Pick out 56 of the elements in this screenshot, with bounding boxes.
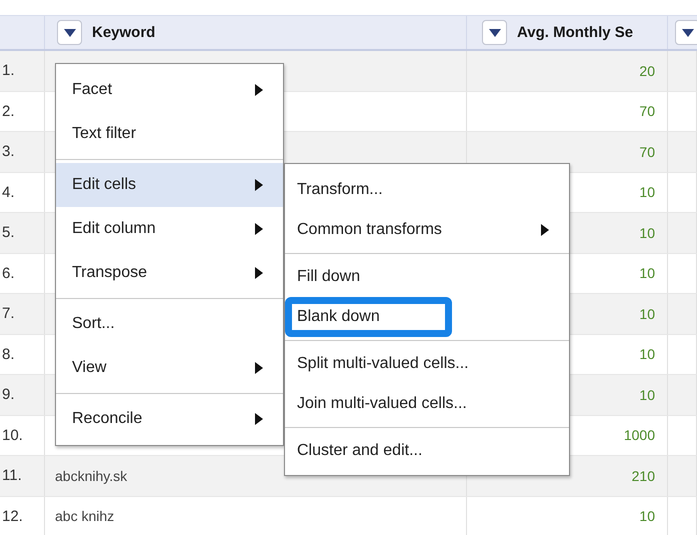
submenu-arrow-icon [255,413,263,425]
table-cell: 10 [639,346,655,362]
table-cell: 10 [639,386,655,403]
table-cell: abc knihz [55,508,114,524]
row-number: 9. [2,386,15,404]
table-cell: 10 [639,184,655,200]
submenu-arrow-icon [255,267,263,279]
table-cell: 10 [639,306,655,322]
menu-item[interactable]: Transform... [285,170,569,210]
row-number: 7. [2,305,15,322]
column-dropdown-button[interactable] [675,20,697,45]
menu-item[interactable]: Fill down [285,257,569,297]
menu-item[interactable]: Blank down [285,297,452,337]
table-cell: 210 [632,468,655,484]
row-number: 8. [2,346,15,363]
menu-item[interactable]: Transpose [56,251,283,295]
table-cell: 10 [639,224,655,241]
menu-item[interactable]: Text filter [56,112,283,156]
table-cell: 70 [639,103,655,120]
submenu-arrow-icon [255,84,263,96]
submenu-arrow-icon [255,179,263,191]
menu-item[interactable]: Reconcile [56,397,283,441]
row-number: 11. [2,467,22,484]
menu-item[interactable]: Edit column [56,207,283,251]
caret-icon [488,28,500,36]
submenu-arrow-icon [255,362,263,374]
menu-item[interactable]: View [56,346,283,390]
caret-icon [64,28,76,36]
menu-item[interactable]: Cluster and edit... [285,431,569,471]
row-number: 5. [2,224,15,242]
table-cell: 10 [639,508,655,524]
menu-item[interactable]: Sort... [56,302,283,346]
menu-item[interactable]: Facet [56,68,283,112]
row-number: 3. [2,143,15,160]
table-cell: abcknihy.sk [55,468,128,484]
menu-item[interactable]: Common transforms [285,210,569,250]
row-number: 6. [2,264,15,282]
column-header: Avg. Monthly Se [517,24,634,41]
table-cell: 70 [639,144,655,160]
row-number: 4. [2,184,15,201]
column-header: Keyword [92,24,156,41]
row-number: 12. [2,508,23,525]
table-cell: 10 [639,265,655,282]
table-cell: 1000 [624,427,655,444]
row-number: 10. [2,426,23,444]
column-dropdown-button[interactable] [482,20,507,45]
caret-icon [682,28,694,36]
menu-item[interactable]: Join multi-valued cells... [285,384,569,424]
submenu-arrow-icon [255,223,263,235]
submenu-arrow-icon [541,224,549,236]
table-cell: 20 [639,62,655,79]
row-number: 1. [2,62,15,80]
column-dropdown-button[interactable] [57,20,82,45]
menu-item[interactable]: Split multi-valued cells... [285,344,569,384]
row-number: 2. [2,102,15,120]
menu-item[interactable]: Edit cells [56,163,283,207]
